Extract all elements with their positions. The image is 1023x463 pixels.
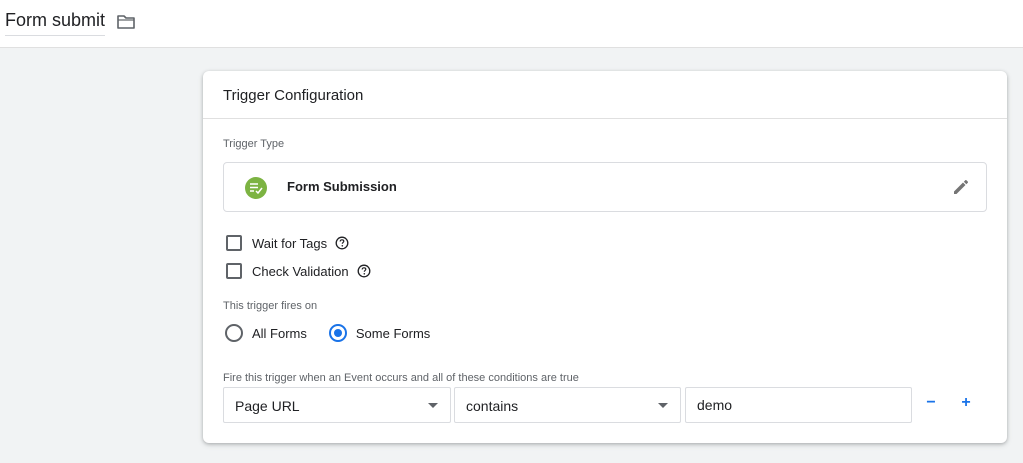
dropdown-arrow-icon bbox=[428, 403, 438, 408]
trigger-configuration-card: Trigger Configuration Trigger Type Form … bbox=[203, 71, 1007, 443]
help-icon[interactable] bbox=[357, 264, 371, 278]
fires-on-radio-group: All Forms Some Forms bbox=[225, 323, 452, 343]
operator-select[interactable]: contains bbox=[454, 387, 681, 423]
variable-value: Page URL bbox=[235, 398, 300, 414]
all-forms-label: All Forms bbox=[252, 325, 307, 341]
form-submission-icon bbox=[245, 177, 267, 199]
check-validation-checkbox[interactable] bbox=[226, 263, 242, 279]
add-condition-button[interactable]: + bbox=[956, 394, 976, 416]
wait-for-tags-checkbox[interactable] bbox=[226, 235, 242, 251]
check-validation-label: Check Validation bbox=[252, 263, 349, 279]
some-forms-radio[interactable] bbox=[328, 324, 347, 342]
condition-value-input[interactable] bbox=[697, 397, 900, 413]
folder-icon[interactable] bbox=[116, 13, 136, 31]
top-bar: Form submit bbox=[0, 0, 1023, 48]
operator-value: contains bbox=[466, 398, 519, 414]
variable-select[interactable]: Page URL bbox=[223, 387, 451, 423]
some-forms-label: Some Forms bbox=[355, 325, 431, 341]
some-forms-option[interactable]: Some Forms bbox=[328, 324, 431, 342]
pencil-icon[interactable] bbox=[952, 178, 970, 196]
check-validation-option[interactable]: Check Validation bbox=[226, 261, 371, 281]
help-icon[interactable] bbox=[335, 236, 349, 250]
wait-for-tags-label: Wait for Tags bbox=[252, 235, 328, 251]
trigger-name[interactable]: Form submit bbox=[5, 10, 105, 36]
all-forms-radio[interactable] bbox=[225, 324, 243, 342]
condition-value-field[interactable] bbox=[685, 387, 912, 423]
all-forms-option[interactable]: All Forms bbox=[225, 324, 307, 342]
trigger-type-selector[interactable]: Form Submission bbox=[223, 162, 987, 212]
wait-for-tags-option[interactable]: Wait for Tags bbox=[226, 233, 349, 253]
fires-on-label: This trigger fires on bbox=[223, 300, 318, 312]
trigger-type-label: Trigger Type bbox=[223, 138, 285, 150]
card-title: Trigger Configuration bbox=[203, 71, 1007, 119]
dropdown-arrow-icon bbox=[658, 403, 668, 408]
remove-condition-button[interactable]: − bbox=[921, 394, 941, 416]
trigger-type-name: Form Submission bbox=[287, 179, 397, 194]
condition-label: Fire this trigger when an Event occurs a… bbox=[223, 372, 579, 384]
